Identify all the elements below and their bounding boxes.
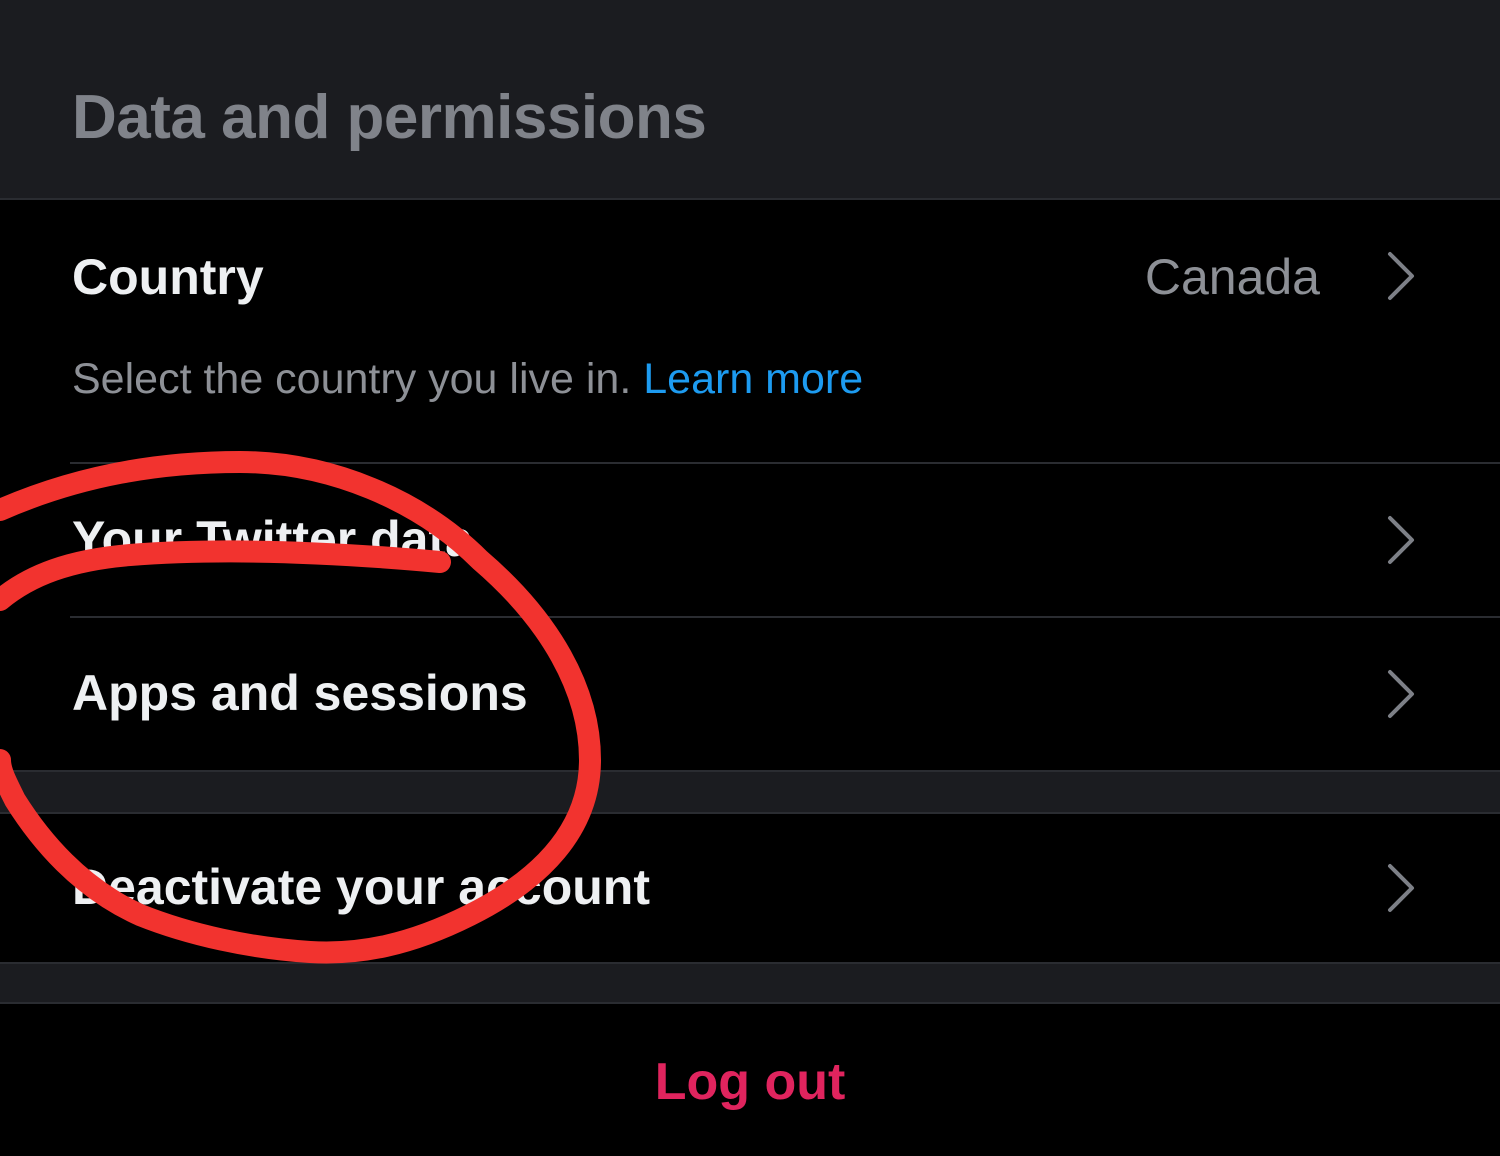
deactivate-account-label: Deactivate your account: [72, 859, 650, 915]
apps-and-sessions-label: Apps and sessions: [72, 665, 528, 721]
country-description-text: Select the country you live in.: [72, 355, 632, 403]
chevron-right-icon: [1388, 864, 1414, 912]
country-description: Select the country you live in. Learn mo…: [72, 355, 863, 404]
chevron-right-icon: [1388, 252, 1414, 300]
country-row[interactable]: Country Canada: [0, 200, 1500, 462]
logout-button[interactable]: Log out: [0, 1004, 1500, 1156]
country-label: Country: [72, 249, 264, 305]
apps-and-sessions-row[interactable]: Apps and sessions: [0, 618, 1500, 770]
group-separator: [0, 770, 1500, 814]
chevron-right-icon: [1388, 516, 1414, 564]
your-twitter-data-label: Your Twitter data: [72, 511, 473, 567]
group-separator: [0, 962, 1500, 1004]
settings-screen: Data and permissions Country Canada Sele…: [0, 0, 1500, 1156]
section-title: Data and permissions: [72, 83, 707, 152]
country-value: Canada: [1144, 249, 1320, 305]
learn-more-link[interactable]: Learn more: [643, 355, 863, 403]
your-twitter-data-row[interactable]: Your Twitter data: [0, 464, 1500, 616]
section-header: Data and permissions: [0, 0, 1500, 200]
deactivate-account-row[interactable]: Deactivate your account: [0, 814, 1500, 962]
chevron-right-icon: [1388, 670, 1414, 718]
logout-label: Log out: [654, 1053, 846, 1111]
